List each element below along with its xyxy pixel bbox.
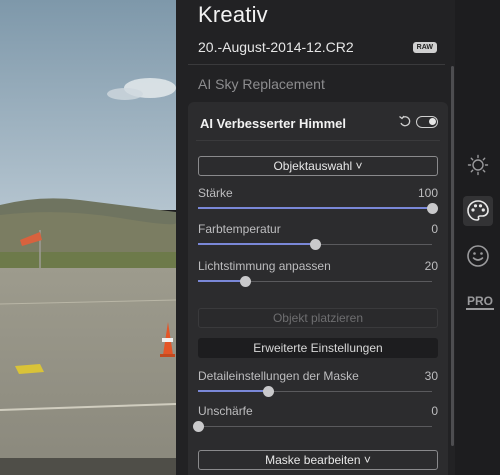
section-ai-sky-replacement[interactable]: AI Sky Replacement bbox=[198, 76, 325, 92]
panel-title: Kreativ bbox=[198, 2, 268, 27]
slider-label: Stärke bbox=[198, 186, 233, 200]
palette-icon bbox=[467, 200, 489, 221]
rail-item-portrait[interactable] bbox=[463, 241, 493, 271]
photo-preview bbox=[0, 0, 176, 475]
place-object-button[interactable]: Objekt platzieren bbox=[198, 308, 438, 328]
undo-icon[interactable] bbox=[398, 114, 412, 128]
slider-value: 20 bbox=[424, 259, 438, 273]
slider-thumb[interactable] bbox=[240, 276, 251, 287]
slider-label: Unschärfe bbox=[198, 404, 253, 418]
ai-enhanced-sky-card: AI Verbesserter Himmel Objektauswahl ˅ S… bbox=[188, 102, 448, 475]
panel-scrollbar[interactable] bbox=[451, 66, 454, 446]
slider-label: Lichtstimmung anpassen bbox=[198, 259, 331, 273]
rail-item-creative[interactable] bbox=[463, 196, 493, 226]
slider-fill bbox=[198, 280, 245, 282]
slider-thumb[interactable] bbox=[427, 203, 438, 214]
edit-mask-button[interactable]: Maske bearbeiten ˅ bbox=[198, 450, 438, 470]
slider-fill bbox=[198, 390, 268, 392]
divider bbox=[188, 64, 445, 65]
sun-icon bbox=[467, 154, 489, 176]
slider-fill bbox=[198, 207, 432, 209]
slider-value: 0 bbox=[431, 404, 438, 418]
creative-panel: Kreativ 20.-August-2014-12.CR2 RAW AI Sk… bbox=[176, 0, 455, 475]
slider-thumb[interactable] bbox=[263, 386, 274, 397]
rail-item-essentials[interactable] bbox=[463, 150, 493, 180]
enable-toggle[interactable] bbox=[416, 116, 438, 128]
slider-value: 100 bbox=[417, 186, 438, 200]
divider bbox=[196, 140, 440, 141]
slider-strength[interactable]: Stärke 100 bbox=[198, 186, 438, 218]
slider-value: 30 bbox=[424, 369, 438, 383]
rail-item-pro[interactable]: PRO bbox=[466, 294, 495, 310]
slider-light-mood[interactable]: Lichtstimmung anpassen 20 bbox=[198, 259, 438, 291]
slider-mask-detail[interactable]: Detaileinstellungen der Maske 30 bbox=[198, 369, 438, 401]
smiley-icon bbox=[467, 245, 489, 267]
slider-label: Detaileinstellungen der Maske bbox=[198, 369, 359, 383]
file-name: 20.-August-2014-12.CR2 bbox=[198, 39, 354, 55]
raw-badge: RAW bbox=[412, 42, 437, 53]
advanced-settings-button[interactable]: Erweiterte Einstellungen bbox=[198, 338, 438, 358]
toggle-knob bbox=[429, 118, 436, 125]
slider-fill bbox=[198, 243, 315, 245]
tool-rail: PRO bbox=[455, 0, 500, 475]
slider-blur[interactable]: Unschärfe 0 bbox=[193, 404, 438, 436]
card-title: AI Verbesserter Himmel bbox=[200, 116, 346, 131]
slider-track[interactable] bbox=[198, 426, 432, 427]
slider-value: 0 bbox=[431, 222, 438, 236]
slider-thumb[interactable] bbox=[193, 421, 204, 432]
object-select-button[interactable]: Objektauswahl ˅ bbox=[198, 156, 438, 176]
slider-label: Farbtemperatur bbox=[198, 222, 281, 236]
slider-color-temperature[interactable]: Farbtemperatur 0 bbox=[198, 222, 438, 254]
slider-thumb[interactable] bbox=[310, 239, 321, 250]
